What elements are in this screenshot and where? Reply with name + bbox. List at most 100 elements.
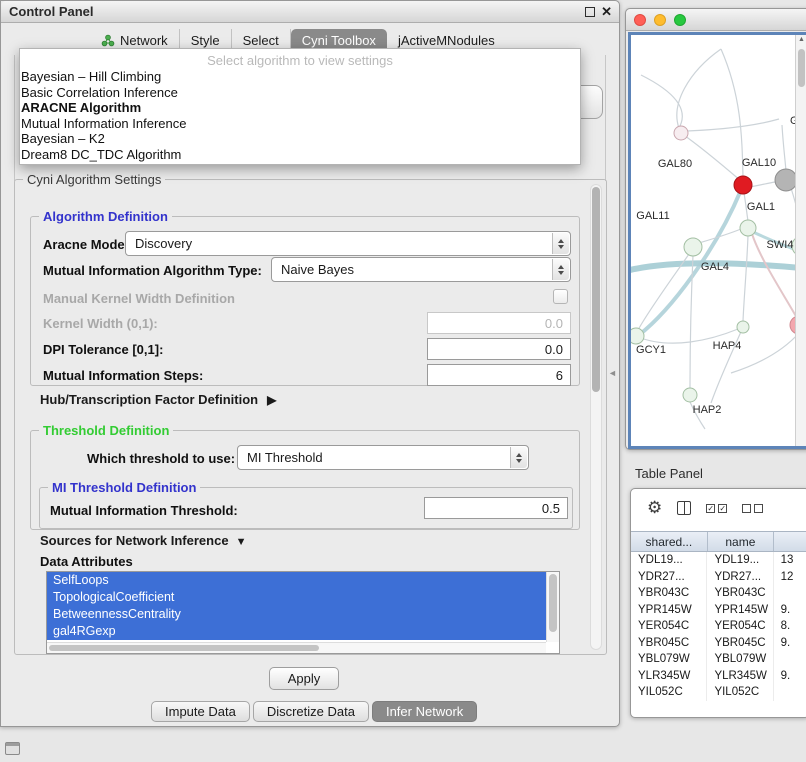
network-node-red[interactable] (734, 176, 752, 194)
table-row[interactable]: YBR043C YBR043C (631, 585, 806, 602)
table-row[interactable]: YDL19... YDL19... 13 (631, 552, 806, 569)
tab-infer-network[interactable]: Infer Network (372, 701, 477, 722)
node-label: GAL11 (636, 210, 669, 222)
algorithm-option[interactable]: Bayesian – Hill Climbing (20, 69, 580, 85)
algorithm-option-selected[interactable]: ARACNE Algorithm (20, 100, 580, 116)
attribute-item[interactable]: BetweennessCentrality (47, 606, 547, 623)
network-canvas[interactable]: GAL80 GAL10 GAL11 GAL1 SWI4 GAL4 GCY1 HA… (628, 32, 806, 449)
select-all-checks-icon[interactable] (706, 504, 727, 513)
dpi-tolerance-label: DPI Tolerance [0,1]: (43, 342, 163, 357)
table-row[interactable]: YIL052C YIL052C (631, 684, 806, 701)
apply-button[interactable]: Apply (269, 667, 339, 690)
window-title: Control Panel (9, 4, 94, 19)
attribute-item[interactable]: gal4RGexp (47, 623, 547, 640)
tab-label: Style (191, 33, 220, 48)
attribute-item[interactable]: SelfLoops (47, 572, 547, 589)
group-title: Cyni Algorithm Settings (23, 172, 165, 187)
table-row[interactable]: YDR27... YDR27... 12 (631, 569, 806, 586)
combo-arrows-icon (552, 233, 569, 254)
cell: YLR345W (707, 668, 773, 685)
cell: YIL052C (707, 684, 773, 701)
manual-kernel-width-checkbox[interactable] (553, 289, 568, 304)
network-view-window: GAL80 GAL10 GAL11 GAL1 SWI4 GAL4 GCY1 HA… (625, 8, 806, 450)
table-row[interactable]: YER054C YER054C 8. (631, 618, 806, 635)
network-node-gray[interactable] (775, 169, 797, 191)
scrollbar-thumb[interactable] (549, 574, 557, 632)
zoom-traffic-light-icon[interactable] (674, 14, 686, 26)
table-row[interactable]: YBL079W YBL079W (631, 651, 806, 668)
scroll-up-icon[interactable]: ▲ (796, 36, 806, 43)
cell (774, 585, 806, 602)
column-header[interactable]: name (708, 532, 774, 551)
algorithm-option[interactable]: Bayesian – K2 (20, 131, 580, 147)
table-row[interactable]: YBR045C YBR045C 9. (631, 635, 806, 652)
table-row[interactable]: YLR345W YLR345W 9. (631, 668, 806, 685)
node-table: shared... name YDL19... YDL19... 13 YDR2… (631, 531, 806, 701)
float-window-icon[interactable] (585, 7, 595, 17)
column-chooser-icon[interactable] (677, 501, 691, 515)
group-title: MI Threshold Definition (48, 480, 200, 495)
table-row[interactable]: YPR145W YPR145W 9. (631, 602, 806, 619)
panel-border-fragment (605, 55, 606, 181)
node-label: GCY1 (636, 344, 666, 356)
sources-expander[interactable]: Sources for Network Inference (40, 533, 246, 548)
network-node[interactable] (631, 328, 644, 344)
control-panel-window: Control Panel Network Style Select Cyni … (0, 0, 620, 727)
attribute-item[interactable]: TopologicalCoefficient (47, 589, 547, 606)
deselect-all-boxes-icon[interactable] (742, 504, 763, 513)
cell: YDR27... (707, 569, 773, 586)
list-horizontal-scrollbar[interactable] (47, 642, 546, 653)
column-header[interactable] (774, 532, 806, 551)
algorithm-option[interactable]: Basic Correlation Inference (20, 85, 580, 101)
network-node[interactable] (737, 321, 749, 333)
combo-arrows-icon (510, 447, 527, 468)
selected-value: Naive Bayes (281, 262, 354, 277)
network-node[interactable] (683, 388, 697, 402)
aracne-mode-select[interactable]: Discovery (125, 231, 571, 256)
mi-threshold-field[interactable]: 0.5 (424, 497, 568, 519)
table-panel-window: shared... name YDL19... YDL19... 13 YDR2… (630, 488, 806, 718)
algorithm-option[interactable]: Mutual Information Inference (20, 116, 580, 132)
minimize-traffic-light-icon[interactable] (654, 14, 666, 26)
restore-panel-icon[interactable] (5, 742, 20, 755)
tab-label: Network (120, 33, 168, 48)
kernel-width-label: Kernel Width (0,1): (43, 316, 158, 331)
network-node[interactable] (684, 238, 702, 256)
mi-steps-field[interactable]: 6 (427, 364, 571, 386)
cell: YER054C (631, 618, 707, 635)
sources-label: Sources for Network Inference (40, 533, 229, 548)
node-label: HAP2 (693, 404, 722, 416)
tab-discretize-data[interactable]: Discretize Data (253, 701, 369, 722)
settings-scrollbar[interactable] (590, 184, 602, 650)
network-icon (101, 34, 115, 47)
cell: 13 (774, 552, 806, 569)
close-icon[interactable] (601, 6, 612, 18)
close-traffic-light-icon[interactable] (634, 14, 646, 26)
list-vertical-scrollbar[interactable] (546, 572, 559, 642)
network-node[interactable] (674, 126, 688, 140)
settings-gear-icon[interactable] (647, 499, 662, 517)
which-threshold-select[interactable]: MI Threshold (237, 445, 529, 470)
cell: YER054C (707, 618, 773, 635)
cell: 9. (774, 668, 806, 685)
data-attributes-label: Data Attributes (40, 554, 133, 569)
cell: YBR045C (707, 635, 773, 652)
dpi-tolerance-field[interactable]: 0.0 (427, 338, 571, 360)
scrollbar-thumb[interactable] (49, 645, 319, 651)
kernel-width-field[interactable]: 0.0 (427, 312, 571, 334)
cell: 8. (774, 618, 806, 635)
network-vertical-scrollbar[interactable]: ▲ (795, 35, 806, 446)
cell: 9. (774, 635, 806, 652)
node-label: GAL4 (701, 261, 729, 273)
scrollbar-thumb[interactable] (592, 187, 600, 392)
cell: YBR043C (707, 585, 773, 602)
algorithm-option[interactable]: Dream8 DC_TDC Algorithm (20, 147, 580, 163)
split-pane-collapse-icon[interactable] (608, 368, 617, 378)
mi-type-select[interactable]: Naive Bayes (271, 257, 571, 282)
hub-definition-expander[interactable]: Hub/Transcription Factor Definition (40, 392, 276, 407)
tab-impute-data[interactable]: Impute Data (151, 701, 250, 722)
scrollbar-thumb[interactable] (798, 49, 805, 87)
combo-arrows-icon (552, 259, 569, 280)
network-node[interactable] (740, 220, 756, 236)
column-header[interactable]: shared... (631, 532, 708, 551)
